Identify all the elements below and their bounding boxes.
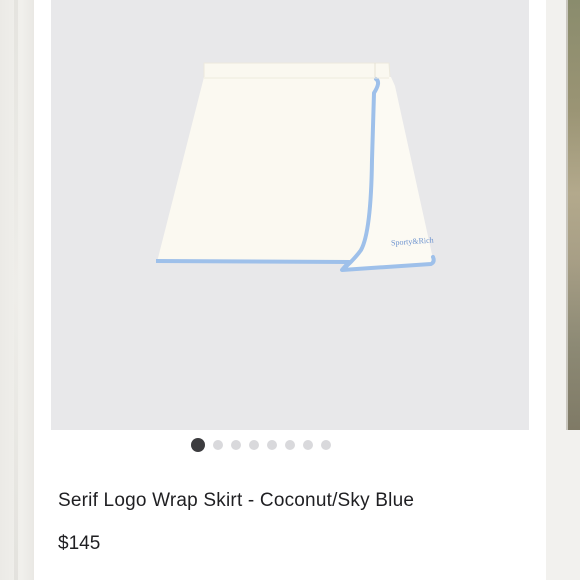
product-image[interactable]: Sporty&Rich bbox=[51, 0, 529, 430]
pagination-dot-5[interactable] bbox=[267, 440, 277, 450]
pagination-dot-3[interactable] bbox=[231, 440, 241, 450]
pagination-dot-1[interactable] bbox=[191, 438, 205, 452]
product-card: Sporty&Rich Serif Logo Wrap Skirt - Coco… bbox=[34, 0, 546, 580]
product-title: Serif Logo Wrap Skirt - Coconut/Sky Blue bbox=[58, 490, 415, 511]
previous-slide-image bbox=[14, 0, 18, 580]
pagination-dot-2[interactable] bbox=[213, 440, 223, 450]
product-price: $145 bbox=[58, 533, 101, 554]
pagination-dot-7[interactable] bbox=[303, 440, 313, 450]
next-slide-image bbox=[568, 0, 580, 430]
previous-slide-preview[interactable] bbox=[0, 0, 36, 580]
pagination-dot-6[interactable] bbox=[285, 440, 295, 450]
pagination-dot-8[interactable] bbox=[321, 440, 331, 450]
pagination-dot-4[interactable] bbox=[249, 440, 259, 450]
gallery-pagination bbox=[5, 437, 517, 453]
skirt-illustration bbox=[155, 62, 436, 272]
